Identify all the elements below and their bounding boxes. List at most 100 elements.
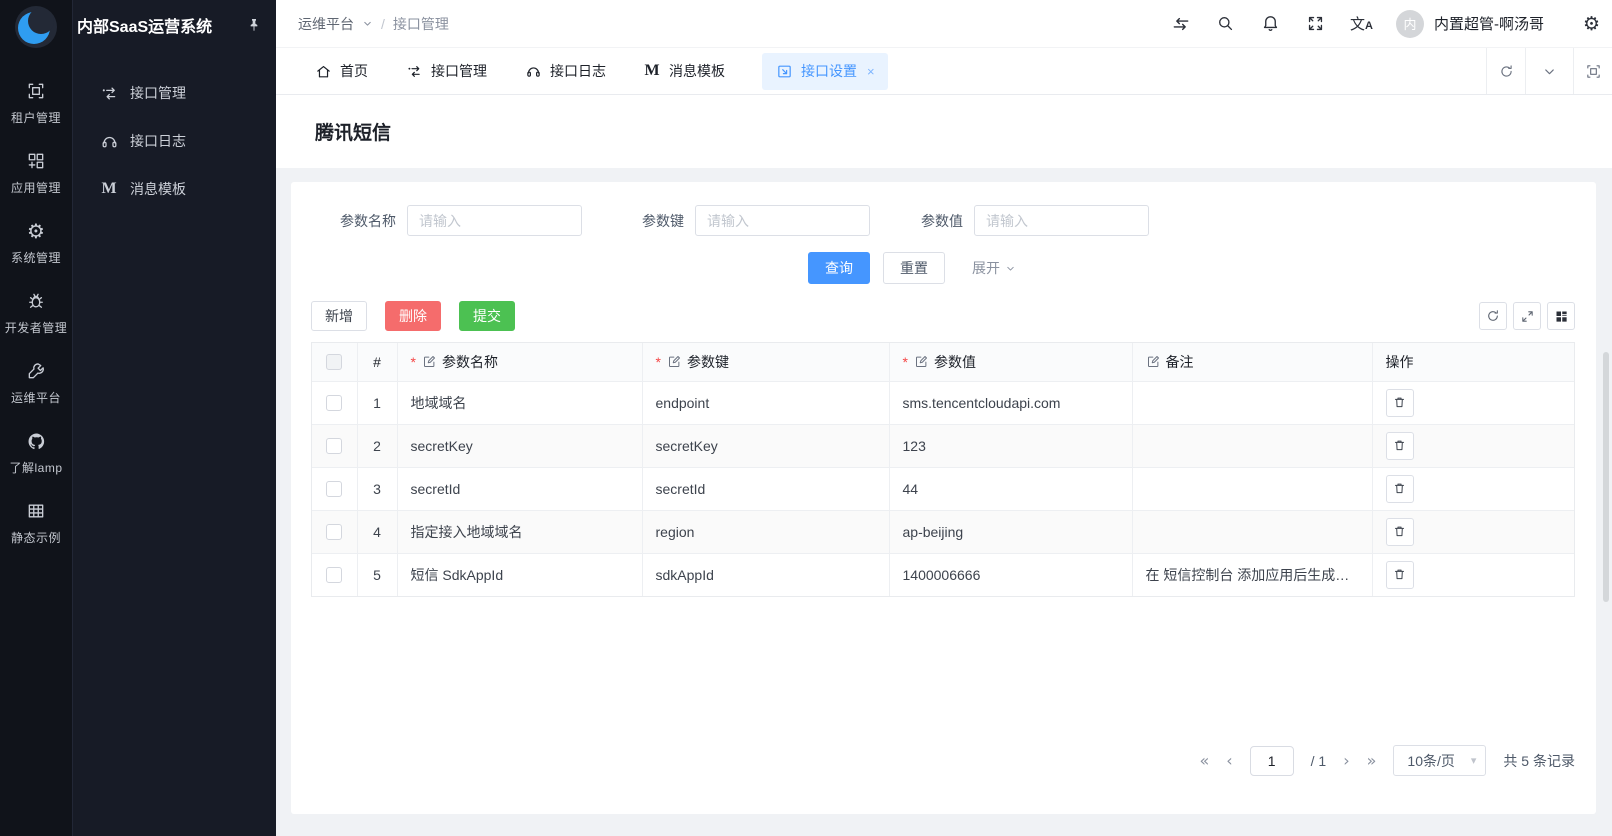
cell-key[interactable]: secretKey — [642, 424, 889, 467]
expand-toggle[interactable]: 展开 — [972, 258, 1016, 278]
cell-remark[interactable] — [1132, 510, 1372, 553]
table-fullscreen-button[interactable] — [1513, 302, 1541, 330]
table-row[interactable]: 2 secretKey secretKey 123 — [312, 424, 1574, 467]
cell-key[interactable]: sdkAppId — [642, 553, 889, 596]
content-area: 参数名称 参数键 参数值 查询 重置 展开 — [276, 168, 1612, 836]
submit-button[interactable]: 提交 — [459, 301, 515, 331]
reset-button[interactable]: 重置 — [883, 252, 945, 284]
swap-icon[interactable] — [1170, 13, 1192, 35]
prev-page-button[interactable]: ‹ — [1226, 751, 1232, 770]
rail-item-tenant[interactable]: 租户管理 — [0, 76, 72, 130]
rail-item-apps[interactable]: 应用管理 — [0, 146, 72, 200]
cell-value[interactable]: 1400006666 — [889, 553, 1132, 596]
close-icon[interactable]: × — [867, 64, 875, 79]
tab-api-manage[interactable]: 接口管理 — [405, 61, 487, 81]
icon-rail: 租户管理 应用管理 ⚙ 系统管理 开发者管理 — [0, 0, 72, 836]
sidebar-item-api-log[interactable]: 接口日志 — [73, 117, 276, 165]
rail-item-static[interactable]: 静态示例 — [0, 496, 72, 550]
row-checkbox[interactable] — [326, 524, 342, 540]
table-row[interactable]: 4 指定接入地域域名 region ap-beijing — [312, 510, 1574, 553]
scrollbar[interactable] — [1603, 352, 1609, 602]
cell-remark[interactable] — [1132, 381, 1372, 424]
search-icon[interactable] — [1215, 13, 1237, 35]
window-icon — [775, 62, 793, 80]
param-key-input[interactable] — [695, 205, 870, 236]
cell-remark[interactable] — [1132, 424, 1372, 467]
rail-item-label: 应用管理 — [11, 179, 61, 196]
content-fullscreen-button[interactable] — [1573, 48, 1612, 94]
search-button[interactable]: 查询 — [808, 252, 870, 284]
row-checkbox[interactable] — [326, 438, 342, 454]
fullscreen-icon[interactable] — [1305, 13, 1327, 35]
row-checkbox[interactable] — [326, 395, 342, 411]
breadcrumb-section[interactable]: 运维平台 — [298, 14, 354, 34]
column-name: * 参数名称 — [397, 343, 642, 381]
delete-row-button[interactable] — [1386, 561, 1414, 589]
next-page-button[interactable]: › — [1343, 751, 1349, 770]
current-page-input[interactable]: 1 — [1250, 746, 1294, 776]
cell-value[interactable]: 123 — [889, 424, 1132, 467]
bell-icon[interactable] — [1260, 13, 1282, 35]
sidebar-item-api-manage[interactable]: 接口管理 — [73, 69, 276, 117]
cell-key[interactable]: endpoint — [642, 381, 889, 424]
rail-item-lamp[interactable]: 了解lamp — [0, 426, 72, 480]
table-row[interactable]: 1 地域域名 endpoint sms.tencentcloudapi.com — [312, 381, 1574, 424]
gear-icon[interactable]: ⚙ — [1583, 13, 1600, 35]
delete-row-button[interactable] — [1386, 389, 1414, 417]
cell-value[interactable]: 44 — [889, 467, 1132, 510]
tab-api-settings[interactable]: 接口设置 × — [762, 53, 888, 90]
delete-row-button[interactable] — [1386, 518, 1414, 546]
table-row[interactable]: 5 短信 SdkAppId sdkAppId 1400006666 在 短信控制… — [312, 553, 1574, 596]
app-logo-icon[interactable] — [15, 6, 57, 48]
filter-field-name: 参数名称 — [340, 205, 582, 236]
cell-key[interactable]: secretId — [642, 467, 889, 510]
cell-remark[interactable] — [1132, 467, 1372, 510]
table-icon — [25, 500, 47, 522]
refresh-tabs-button[interactable] — [1486, 48, 1525, 94]
rail-item-developer[interactable]: 开发者管理 — [0, 286, 72, 340]
pin-icon[interactable] — [246, 17, 262, 33]
page-size-select[interactable]: 10条/页 ▾ — [1393, 745, 1486, 776]
user-menu[interactable]: 内 内置超管-啊汤哥 — [1396, 10, 1544, 38]
param-name-input[interactable] — [407, 205, 582, 236]
field-label: 参数键 — [642, 211, 684, 231]
rail-item-ops[interactable]: 运维平台 — [0, 356, 72, 410]
tab-message-template[interactable]: M 消息模板 — [643, 61, 725, 81]
first-page-button[interactable]: « — [1199, 751, 1209, 770]
cell-value[interactable]: sms.tencentcloudapi.com — [889, 381, 1132, 424]
select-all-checkbox[interactable] — [326, 354, 342, 370]
last-page-button[interactable]: » — [1367, 751, 1377, 770]
header-actions: 文A 内 内置超管-啊汤哥 ⚙ — [1170, 10, 1602, 38]
headset-icon — [524, 62, 542, 80]
sidebar-item-message-template[interactable]: M 消息模板 — [73, 165, 276, 213]
cell-name[interactable]: 短信 SdkAppId — [397, 553, 642, 596]
row-checkbox[interactable] — [326, 481, 342, 497]
table-row[interactable]: 3 secretId secretId 44 — [312, 467, 1574, 510]
tabs-dropdown-button[interactable] — [1525, 48, 1573, 94]
tab-label: 接口日志 — [550, 61, 606, 81]
cell-name[interactable]: secretKey — [397, 424, 642, 467]
tab-bar: 首页 接口管理 接口日志 M 消息模板 — [276, 48, 1612, 95]
add-button[interactable]: 新增 — [311, 301, 367, 331]
tab-api-log[interactable]: 接口日志 — [524, 61, 606, 81]
apps-icon — [25, 150, 47, 172]
tab-home[interactable]: 首页 — [314, 61, 368, 81]
delete-row-button[interactable] — [1386, 432, 1414, 460]
delete-row-button[interactable] — [1386, 475, 1414, 503]
param-value-input[interactable] — [974, 205, 1149, 236]
tab-tools — [1486, 48, 1612, 94]
cell-value[interactable]: ap-beijing — [889, 510, 1132, 553]
cell-key[interactable]: region — [642, 510, 889, 553]
cell-remark[interactable]: 在 短信控制台 添加应用后生成的实... — [1132, 553, 1372, 596]
refresh-table-button[interactable] — [1479, 302, 1507, 330]
cell-name[interactable]: 指定接入地域域名 — [397, 510, 642, 553]
delete-button[interactable]: 删除 — [385, 301, 441, 331]
row-checkbox[interactable] — [326, 567, 342, 583]
translate-icon[interactable]: 文A — [1350, 13, 1373, 34]
rail-item-system[interactable]: ⚙ 系统管理 — [0, 216, 72, 270]
column-settings-button[interactable] — [1547, 302, 1575, 330]
cell-name[interactable]: 地域域名 — [397, 381, 642, 424]
cell-name[interactable]: secretId — [397, 467, 642, 510]
tab-label: 首页 — [340, 61, 368, 81]
chevron-down-icon[interactable] — [362, 18, 373, 29]
